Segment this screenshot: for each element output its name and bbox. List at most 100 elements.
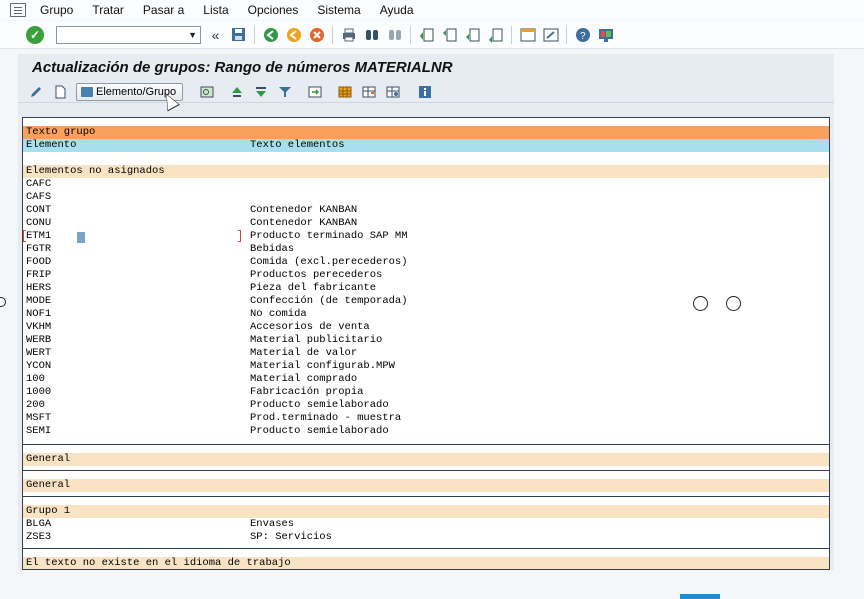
list-item[interactable]: FOOD Comida (excl.perecederos) <box>23 256 829 269</box>
list-item[interactable]: CAFS <box>23 191 829 204</box>
list-item[interactable]: BLGA Envases <box>23 518 829 531</box>
list-item[interactable]: MSFT Prod.terminado - muestra <box>23 412 829 425</box>
layout-columns-icon[interactable] <box>361 84 377 100</box>
layout-menu-icon[interactable] <box>597 26 614 43</box>
element-text: Pieza del fabricante <box>250 282 377 294</box>
list-item[interactable]: CONU Contenedor KANBAN <box>23 217 829 230</box>
list-item[interactable]: 200 Producto semielaborado <box>23 399 829 412</box>
back-icon[interactable] <box>262 26 279 43</box>
element-code: FOOD <box>26 256 52 268</box>
element-text: Material publicitario <box>250 334 383 346</box>
application-toolbar: Elemento/Grupo <box>18 81 834 103</box>
new-session-icon[interactable] <box>519 26 536 43</box>
element-code: FGTR <box>26 243 52 255</box>
table-view-icon[interactable] <box>337 84 353 100</box>
edit-pencil-icon[interactable] <box>28 84 44 100</box>
menu-bar: Grupo Tratar Pasar a Lista Opciones Sist… <box>0 0 864 20</box>
section-no-text[interactable]: El texto no existe en el idioma de traba… <box>23 557 829 569</box>
list-item[interactable]: VKHM Accesorios de venta <box>23 321 829 334</box>
menu-ayuda[interactable]: Ayuda <box>380 3 414 17</box>
list-item[interactable]: ZSE3 SP: Servicios <box>23 531 829 544</box>
element-code: MSFT <box>26 412 52 424</box>
save-icon[interactable] <box>230 26 247 43</box>
element-code: ZSE3 <box>26 531 52 543</box>
menu-sistema[interactable]: Sistema <box>317 3 360 17</box>
selection-bracket-left <box>23 230 26 242</box>
export-icon[interactable] <box>307 84 323 100</box>
collapse-command-icon[interactable]: « <box>207 26 224 43</box>
element-text: SP: Servicios <box>250 531 332 543</box>
exit-icon[interactable] <box>285 26 302 43</box>
layout-settings-icon[interactable] <box>385 84 401 100</box>
menu-grupo[interactable]: Grupo <box>40 3 73 17</box>
shortcut-icon[interactable] <box>542 26 559 43</box>
section-unassigned: Elementos no asignados <box>23 165 829 178</box>
chevron-down-icon[interactable]: ▼ <box>188 30 197 40</box>
list-item[interactable]: MODE Confección (de temporada) <box>23 295 829 308</box>
info-icon[interactable] <box>417 84 433 100</box>
divider <box>23 496 829 497</box>
last-page-icon[interactable] <box>487 26 504 43</box>
menu-lista[interactable]: Lista <box>203 3 228 17</box>
previous-page-icon[interactable] <box>441 26 458 43</box>
list-item[interactable]: WERB Material publicitario <box>23 334 829 347</box>
list-item[interactable]: WERT Material de valor <box>23 347 829 360</box>
section-group-1[interactable]: Grupo 1 <box>23 505 829 518</box>
list-item[interactable]: FRIP Productos perecederos <box>23 269 829 282</box>
first-page-icon[interactable] <box>418 26 435 43</box>
divider <box>23 548 829 549</box>
new-document-icon[interactable] <box>52 84 68 100</box>
command-field[interactable]: ▼ <box>56 25 201 44</box>
element-code: VKHM <box>26 321 52 333</box>
element-code: YCON <box>26 360 52 372</box>
section-general-2[interactable]: General <box>23 479 829 492</box>
column-header-row: Elemento Texto elementos <box>23 139 829 152</box>
list-item[interactable]: HERS Pieza del fabricante <box>23 282 829 295</box>
help-icon[interactable]: ? <box>574 26 591 43</box>
find-icon[interactable] <box>363 26 380 43</box>
next-page-icon[interactable] <box>464 26 481 43</box>
list-item[interactable]: FGTR Bebidas <box>23 243 829 256</box>
find-next-icon[interactable] <box>386 26 403 43</box>
filter-icon[interactable] <box>277 84 293 100</box>
annotation-circle <box>726 296 741 311</box>
list-item[interactable]: ETM1 Producto terminado SAP MM <box>23 230 829 243</box>
list-item[interactable]: 100 Material comprado <box>23 373 829 386</box>
enter-check-icon[interactable]: ✓ <box>26 25 44 44</box>
standard-toolbar: ✓ ▼ « ? <box>0 21 864 49</box>
cancel-icon[interactable] <box>308 26 325 43</box>
print-icon[interactable] <box>340 26 357 43</box>
section-general-1[interactable]: General <box>23 453 829 466</box>
element-code: FRIP <box>26 269 52 281</box>
list-item[interactable]: SEMI Producto semielaborado <box>23 425 829 438</box>
text-cursor <box>77 232 85 243</box>
element-text: Material de valor <box>250 347 358 359</box>
element-text: Producto terminado SAP MM <box>250 230 408 242</box>
element-text: Producto semielaborado <box>250 425 389 437</box>
element-code: 1000 <box>26 386 52 398</box>
element-code: HERS <box>26 282 52 294</box>
sort-descending-icon[interactable] <box>253 84 269 100</box>
divider <box>23 444 829 445</box>
element-code: MODE <box>26 295 52 307</box>
list-item[interactable]: NOF1 No comida <box>23 308 829 321</box>
list-item[interactable]: 1000 Fabricación propia <box>23 386 829 399</box>
element-group-icon <box>81 86 93 97</box>
list-item[interactable]: YCON Material configurab.MPW <box>23 360 829 373</box>
annotation-circle <box>693 296 708 311</box>
element-text: Prod.terminado - muestra <box>250 412 402 424</box>
element-code: CONT <box>26 204 52 216</box>
column-header-element: Elemento <box>26 139 77 151</box>
element-code: WERB <box>26 334 52 346</box>
toolbar-separator <box>332 25 333 44</box>
toolbar-separator <box>410 25 411 44</box>
menu-tratar[interactable]: Tratar <box>92 3 124 17</box>
group-detail-icon[interactable] <box>199 84 215 100</box>
list-item[interactable]: CONT Contenedor KANBAN <box>23 204 829 217</box>
menu-opciones[interactable]: Opciones <box>248 3 299 17</box>
menu-pasar-a[interactable]: Pasar a <box>143 3 184 17</box>
window-menu-icon[interactable] <box>10 3 26 17</box>
sort-ascending-icon[interactable] <box>229 84 245 100</box>
element-text: Fabricación propia <box>250 386 364 398</box>
list-item[interactable]: CAFC <box>23 178 829 191</box>
